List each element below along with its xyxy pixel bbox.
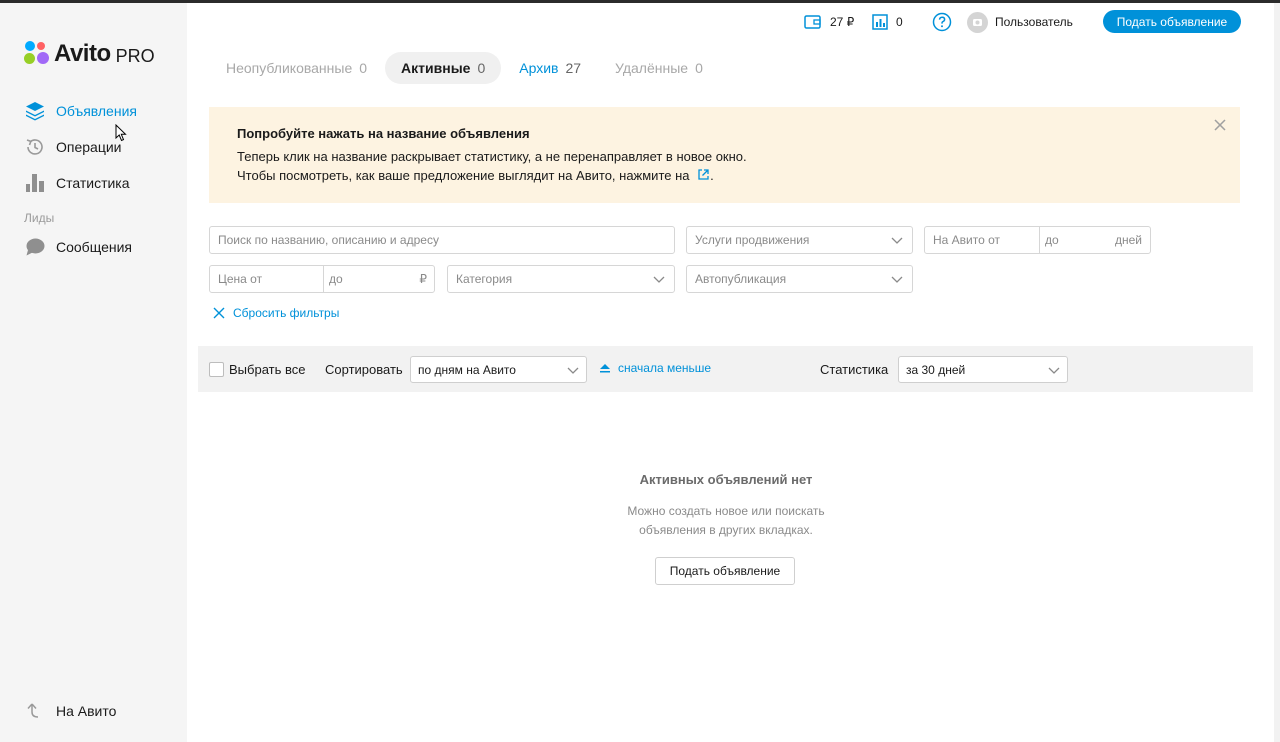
close-icon[interactable] [1212, 117, 1228, 133]
tab-unpublished[interactable]: Неопубликованные 0 [210, 52, 383, 84]
sidebar: Avito PRO Объявления Операции Статистика… [0, 3, 187, 742]
sidebar-item-label: Статистика [56, 175, 130, 191]
info-banner: Попробуйте нажать на название объявления… [209, 107, 1240, 203]
wallet-icon [804, 15, 821, 29]
sidebar-item-label: Сообщения [56, 239, 132, 255]
user-menu[interactable]: Пользователь [967, 10, 1073, 34]
bar-chart-icon [24, 172, 46, 194]
help-icon [932, 12, 952, 32]
chevron-down-icon [567, 367, 579, 374]
sort-toolbar: Выбрать все Сортировать по дням на Авито… [198, 346, 1253, 392]
chat-bubble-icon [24, 236, 46, 258]
tab-label: Удалённые [615, 60, 689, 76]
sidebar-section-leads: Лиды [24, 211, 55, 225]
sidebar-item-label: На Авито [56, 703, 117, 719]
banner-line-2-end: . [710, 168, 714, 183]
banner-title: Попробуйте нажать на название объявления [237, 126, 530, 141]
avito-pro-logo[interactable]: Avito PRO [24, 40, 155, 68]
sort-direction-label: сначала меньше [618, 361, 712, 375]
submit-ad-button[interactable]: Подать объявление [1103, 10, 1241, 33]
window-scroll-edge [1274, 3, 1280, 742]
stats-period-select[interactable]: за 30 дней [898, 356, 1068, 383]
external-link-icon[interactable] [697, 168, 710, 181]
sort-select[interactable]: по дням на Авито [410, 356, 587, 383]
sort-direction-toggle[interactable]: сначала меньше [598, 361, 711, 375]
tab-count: 0 [477, 60, 486, 76]
mouse-cursor-icon [115, 124, 127, 142]
banner-line-2-text: Чтобы посмотреть, как ваше предложение в… [237, 168, 690, 183]
banner-line-1: Теперь клик на название раскрывает стати… [237, 149, 747, 164]
wallet-value: 27 ₽ [830, 15, 855, 29]
status-tabs: Неопубликованные 0 Активные 0 Архив 27 Удал… [210, 52, 721, 84]
sidebar-item-operations[interactable]: Операции [24, 135, 122, 159]
tab-label: Активные [401, 60, 471, 76]
empty-state-title: Активных объявлений нет [639, 472, 813, 487]
empty-state-submit-button[interactable]: Подать объявление [655, 557, 795, 585]
chevron-down-icon [1048, 367, 1060, 374]
category-select[interactable]: Категория [447, 265, 675, 293]
sort-value: по дням на Авито [418, 362, 516, 377]
window-top-border [0, 0, 1280, 3]
wallet-balance[interactable]: 27 ₽ [804, 10, 854, 34]
empty-state: Активных объявлений нет Можно создать но… [526, 472, 926, 540]
sort-label: Сортировать [325, 362, 403, 377]
sidebar-item-statistics[interactable]: Статистика [24, 171, 130, 195]
avatar [967, 11, 988, 33]
empty-state-line-1: Можно создать новое или поискать [627, 504, 825, 518]
tab-deleted[interactable]: Удалённые 0 [599, 52, 719, 84]
chevron-down-icon [891, 237, 903, 244]
reset-filters-label: Сбросить фильтры [233, 306, 340, 320]
autopublish-select[interactable]: Автопубликация [686, 265, 913, 293]
back-to-avito-link[interactable]: На Авито [24, 699, 116, 723]
sidebar-item-label: Операции [56, 139, 122, 155]
tab-count: 27 [565, 60, 582, 76]
days-unit: дней [1114, 233, 1142, 247]
help-button[interactable] [932, 10, 952, 34]
tab-count: 0 [359, 60, 368, 76]
layers-icon [24, 100, 46, 122]
logo-wordmark: Avito [54, 40, 111, 67]
stats-value: 0 [896, 15, 903, 29]
tab-count: 0 [695, 60, 703, 76]
days-to-field[interactable]: до [1039, 233, 1115, 247]
select-all-label[interactable]: Выбрать все [229, 362, 305, 377]
tab-label: Архив [519, 60, 559, 76]
chevron-down-icon [891, 276, 903, 283]
sidebar-item-label: Объявления [56, 103, 137, 119]
price-to-field[interactable]: до [323, 272, 419, 286]
days-from-field[interactable]: На Авито от [925, 233, 1039, 247]
category-value: Категория [456, 272, 513, 286]
history-icon [24, 136, 46, 158]
select-all-checkbox[interactable] [209, 362, 224, 377]
sort-ascending-icon [600, 364, 610, 373]
sidebar-item-ads[interactable]: Объявления [24, 99, 137, 123]
logo-pro-suffix: PRO [115, 45, 155, 66]
chart-frame-icon [872, 14, 888, 30]
close-icon [213, 307, 225, 319]
stats-period-label: Статистика [820, 362, 889, 377]
search-input[interactable]: Поиск по названию, описанию и адресу [209, 226, 675, 254]
chevron-down-icon [653, 276, 665, 283]
services-value: Услуги продвижения [695, 233, 810, 247]
days-on-avito-range[interactable]: На Авито от до дней [924, 226, 1151, 254]
avito-logo-icon [24, 40, 52, 68]
banner-line-2: Чтобы посмотреть, как ваше предложение в… [237, 166, 1212, 185]
price-range[interactable]: Цена от до ₽ [209, 265, 435, 293]
tab-active[interactable]: Активные 0 [385, 52, 502, 84]
empty-state-line-2: объявления в других вкладках. [639, 523, 813, 537]
back-arrow-icon [24, 700, 46, 722]
sidebar-item-messages[interactable]: Сообщения [24, 235, 132, 259]
price-from-field[interactable]: Цена от [210, 272, 323, 286]
stats-period-value: за 30 дней [906, 362, 966, 377]
tab-archive[interactable]: Архив 27 [503, 52, 597, 84]
autopublish-value: Автопубликация [695, 272, 787, 286]
tab-label: Неопубликованные [226, 60, 353, 76]
stats-counter[interactable]: 0 [872, 10, 903, 34]
user-name: Пользователь [995, 15, 1073, 29]
reset-filters-link[interactable]: Сбросить фильтры [212, 306, 339, 320]
currency-symbol: ₽ [419, 272, 427, 286]
services-select[interactable]: Услуги продвижения [686, 226, 913, 254]
search-placeholder: Поиск по названию, описанию и адресу [218, 233, 439, 247]
